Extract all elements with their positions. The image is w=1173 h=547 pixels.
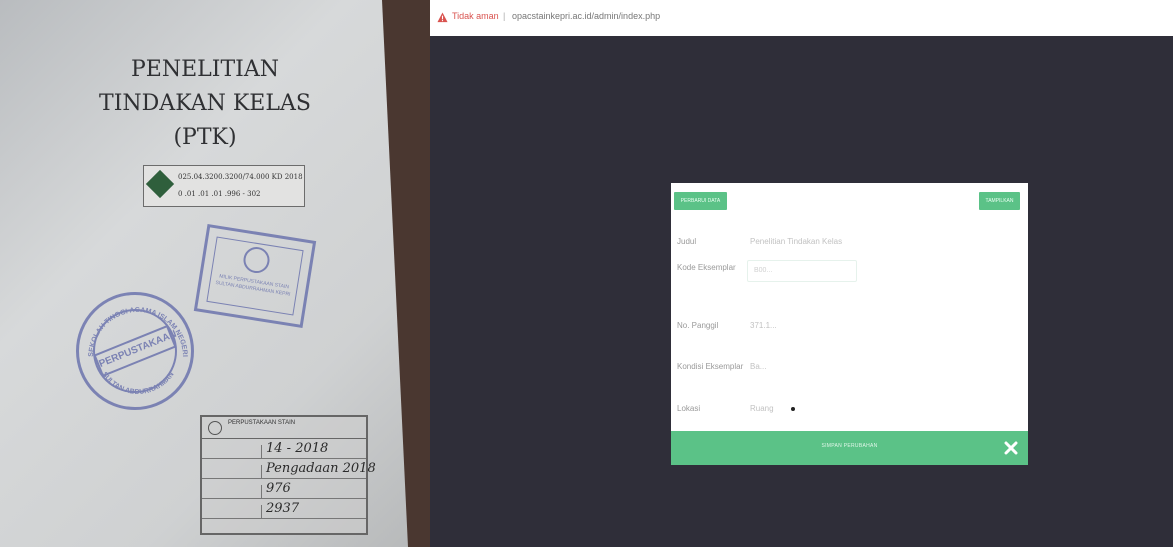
- book-title-line1: PENELITIAN: [131, 57, 279, 82]
- condition-label: Kondisi Eksemplar: [677, 362, 744, 371]
- location-label: Lokasi: [677, 404, 701, 413]
- security-label[interactable]: Tidak aman: [452, 11, 499, 21]
- inventory-row: Pengadaan 2018: [202, 460, 376, 479]
- inventory-date: 14 - 2018: [266, 441, 329, 456]
- inventory-number-1: 976: [266, 481, 291, 496]
- call-number-field-label: No. Panggil: [677, 321, 719, 330]
- inventory-source: Pengadaan 2018: [266, 461, 376, 476]
- save-changes-button[interactable]: SIMPAN PERUBAHAN: [771, 443, 928, 449]
- book-cover-photo: PENELITIAN TINDAKAN KELAS (PTK) 025.04.3…: [0, 0, 440, 547]
- library-ownership-stamp: MILIK PERPUSTAKAAN STAIN SULTAN ABDURRAH…: [193, 223, 317, 329]
- book-title-line2: TINDAKAN KELAS: [99, 91, 311, 116]
- title-value: Penelitian Tindakan Kelas: [750, 237, 843, 246]
- title-label: Judul: [677, 237, 697, 246]
- dropdown-dot-icon: [791, 407, 795, 411]
- address-bar[interactable]: Tidak aman | opacstainkepri.ac.id/admin/…: [430, 0, 1173, 36]
- call-number-label: 025.04.3200.3200/74.000 KD 2018 0 .01 .0…: [143, 165, 305, 207]
- inventory-stamp: PERPUSTAKAAN STAIN 14 - 2018 Pengadaan 2…: [200, 415, 376, 535]
- inventory-row: 14 - 2018: [202, 440, 366, 459]
- book-title-line3: (PTK): [173, 125, 237, 150]
- warning-icon: [437, 12, 448, 23]
- item-code-label: Kode Eksemplar: [677, 263, 736, 272]
- close-icon[interactable]: [1003, 440, 1019, 456]
- url-separator: |: [503, 11, 506, 21]
- call-number-line1: 025.04.3200.3200/74.000 KD 2018: [178, 173, 303, 181]
- url-text[interactable]: opacstainkepri.ac.id/admin/index.php: [512, 11, 660, 21]
- item-code-input[interactable]: B00...: [747, 260, 857, 282]
- ministry-seal-icon: [145, 169, 175, 199]
- browser-window: Tidak aman | opacstainkepri.ac.id/admin/…: [430, 0, 1173, 547]
- screenshot-composite: PENELITIAN TINDAKAN KELAS (PTK) 025.04.3…: [0, 0, 1173, 547]
- update-data-button[interactable]: PERBARUI DATA: [674, 192, 727, 210]
- inventory-header: PERPUSTAKAAN STAIN: [202, 417, 366, 439]
- inventory-header-text: PERPUSTAKAAN STAIN: [228, 420, 296, 426]
- inventory-row: 976: [202, 480, 366, 499]
- call-number-field-value[interactable]: 371.1...: [750, 321, 777, 330]
- inventory-row: 2937: [202, 500, 366, 519]
- call-number-line2: 0 .01 .01 .01 .996 - 302: [178, 190, 261, 198]
- inventory-number-2: 2937: [266, 501, 300, 516]
- emblem-icon: [208, 421, 222, 435]
- modal-footer: SIMPAN PERUBAHAN: [671, 431, 1028, 465]
- location-select[interactable]: Ruang: [750, 404, 774, 413]
- library-round-stamp: SEKOLAH TINGGI AGAMA ISLAM NEGERI SULTAN…: [76, 292, 194, 410]
- edit-item-modal: PERBARUI DATA TAMPILKAN Judul Penelitian…: [671, 183, 1028, 465]
- condition-value[interactable]: Ba...: [750, 362, 766, 371]
- show-button[interactable]: TAMPILKAN: [979, 192, 1020, 210]
